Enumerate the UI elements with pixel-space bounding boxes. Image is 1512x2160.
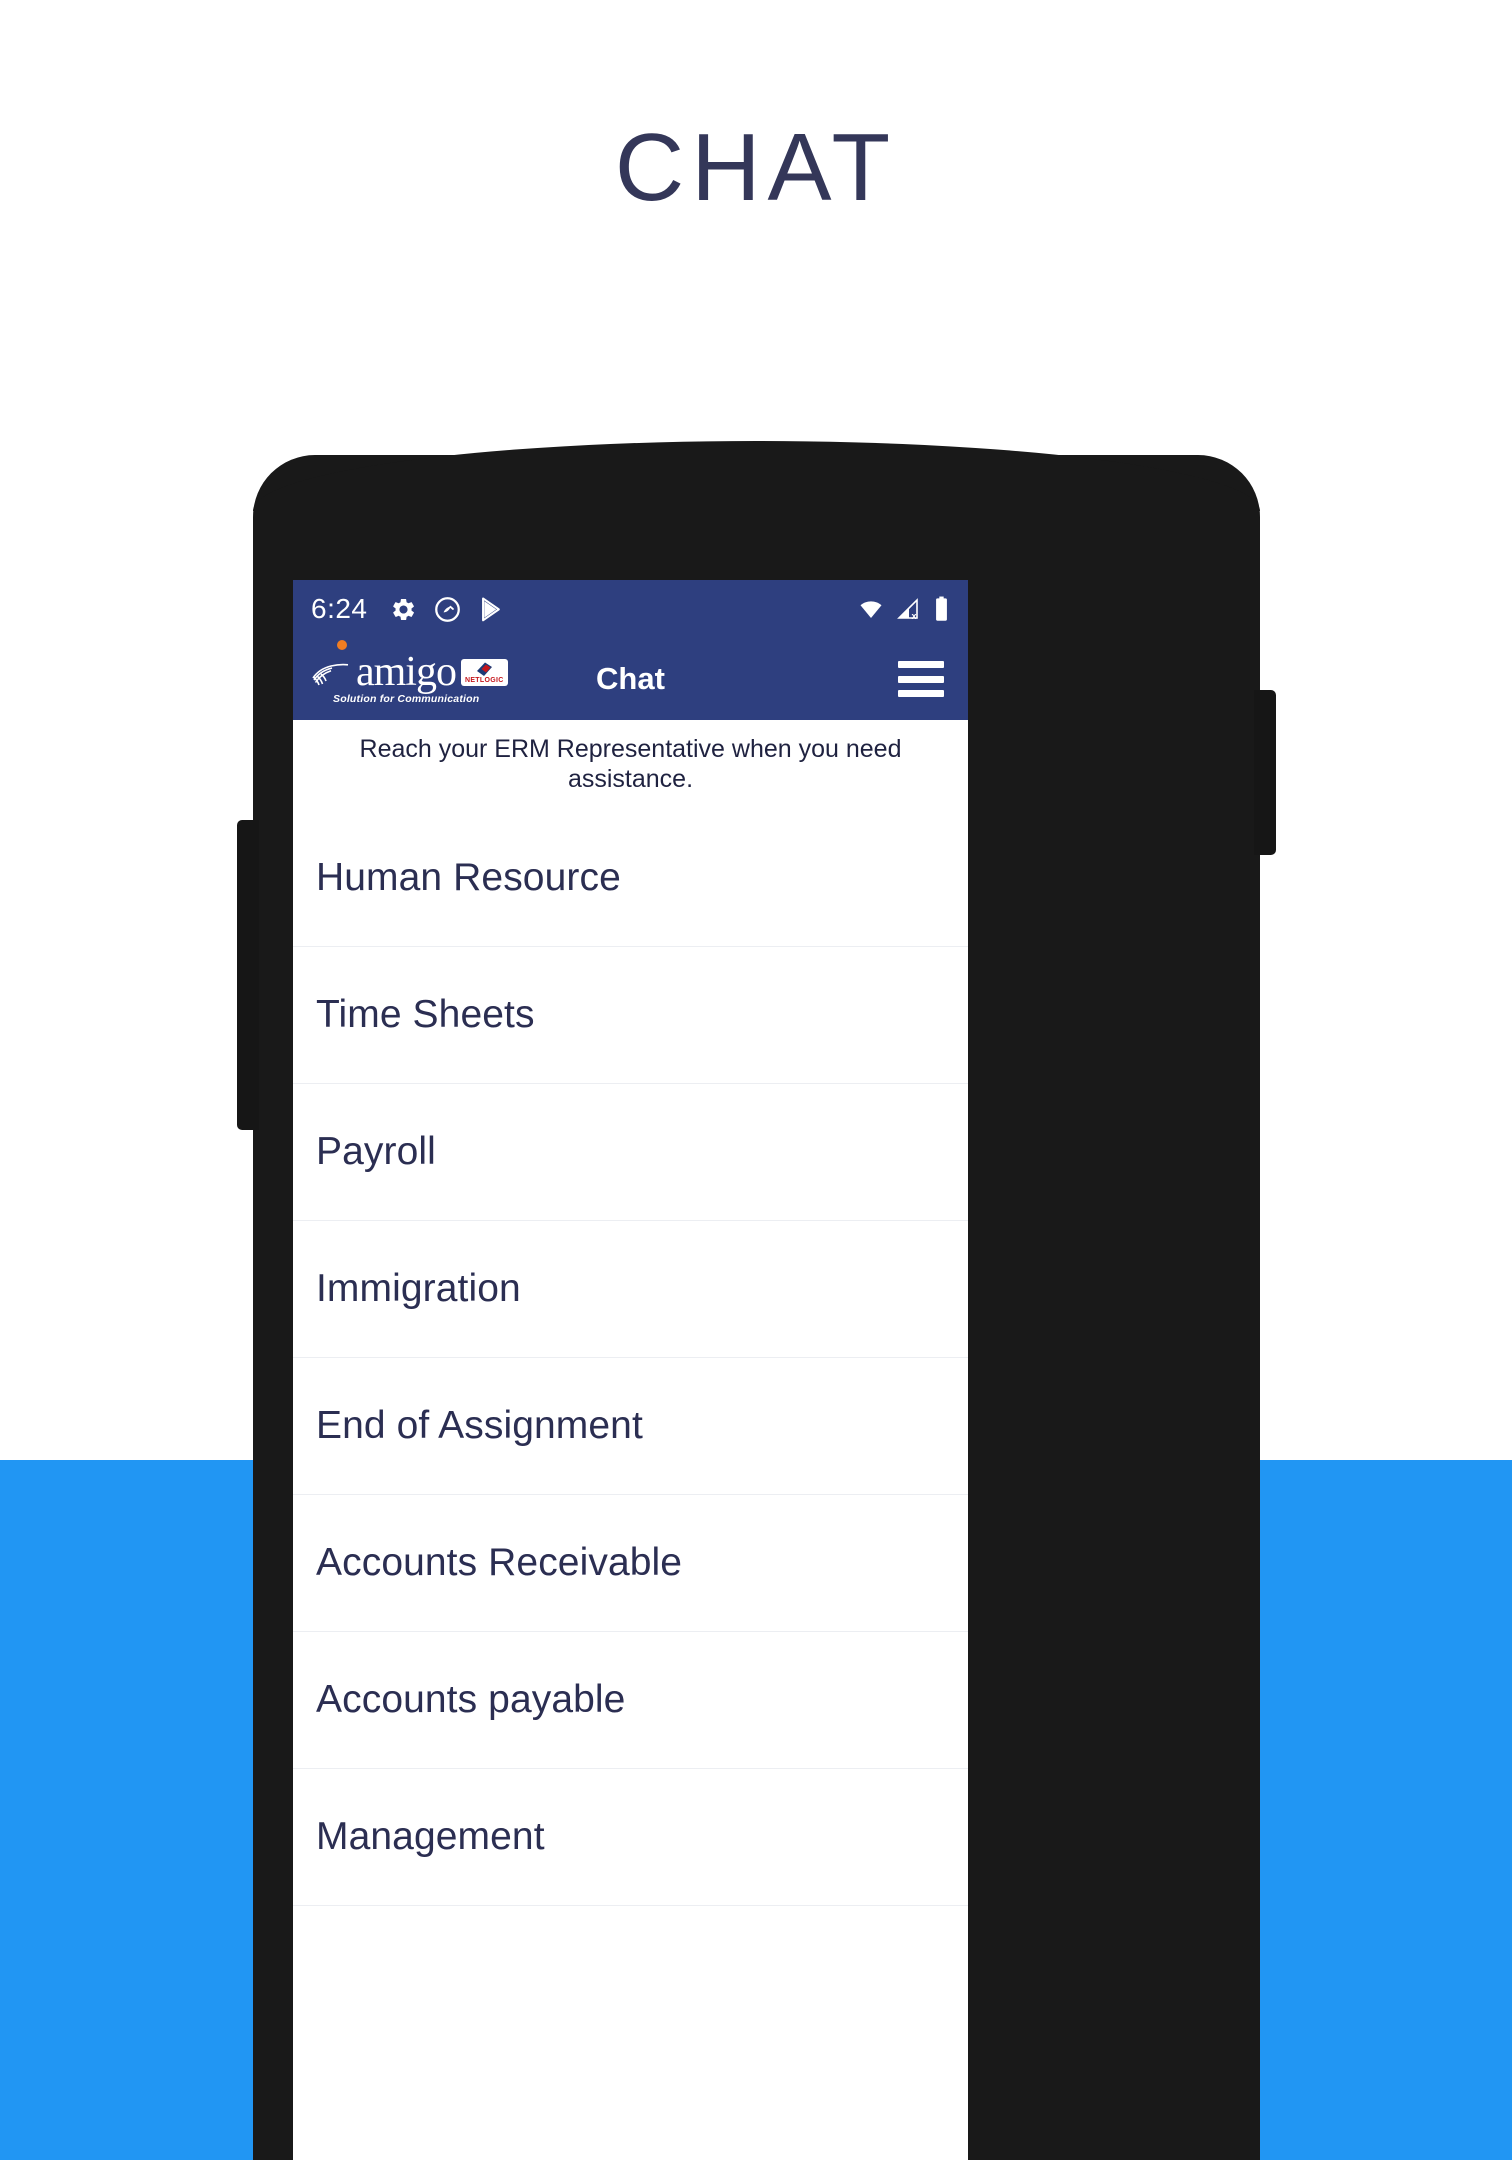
circle-q-icon bbox=[434, 596, 461, 623]
play-store-icon bbox=[478, 596, 505, 623]
volume-rocker-button[interactable] bbox=[237, 820, 259, 1130]
hamburger-line-2 bbox=[898, 675, 944, 683]
netlogic-badge-text: NETLOGIC bbox=[464, 677, 504, 684]
list-item[interactable]: Human Resource bbox=[293, 810, 968, 947]
gear-icon bbox=[390, 596, 417, 623]
list-item-label: Time Sheets bbox=[316, 993, 535, 1036]
list-item[interactable]: End of Assignment bbox=[293, 1358, 968, 1495]
list-item-label: Accounts Receivable bbox=[316, 1541, 683, 1584]
list-item-label: Accounts payable bbox=[316, 1678, 626, 1721]
page-title: CHAT bbox=[614, 114, 898, 221]
list-item-label: Management bbox=[316, 1815, 545, 1858]
list-item-label: Immigration bbox=[316, 1267, 521, 1310]
list-item[interactable]: Time Sheets bbox=[293, 947, 968, 1084]
app-bar: amigo NETLOGIC Solution for Communicatio… bbox=[293, 638, 968, 720]
power-button[interactable] bbox=[1254, 690, 1276, 855]
list-item[interactable]: Management bbox=[293, 1769, 968, 1906]
list-item[interactable]: Accounts payable bbox=[293, 1632, 968, 1769]
logo-wordmark: amigo bbox=[356, 649, 457, 696]
list-item-empty[interactable] bbox=[293, 1906, 968, 2043]
wifi-icon bbox=[857, 597, 885, 621]
hamburger-menu-icon[interactable] bbox=[898, 661, 944, 697]
status-bar-left-icons bbox=[390, 596, 505, 623]
svg-text:x: x bbox=[912, 611, 917, 621]
list-item-label: End of Assignment bbox=[316, 1404, 643, 1447]
hamburger-line-3 bbox=[898, 690, 944, 697]
phone-mockup: 6:24 x amigo NETLOGIC Solution for Commu… bbox=[237, 441, 1276, 2160]
hamburger-line-1 bbox=[898, 661, 944, 668]
netlogic-badge: NETLOGIC bbox=[460, 659, 508, 686]
netlogic-diamond-icon bbox=[476, 662, 493, 677]
list-item-label: Human Resource bbox=[316, 856, 621, 899]
list-item[interactable]: Accounts Receivable bbox=[293, 1495, 968, 1632]
status-bar-time: 6:24 bbox=[311, 593, 368, 624]
logo-row: amigo NETLOGIC bbox=[311, 640, 508, 696]
cellular-no-sim-icon: x bbox=[896, 597, 922, 621]
list-item[interactable]: Immigration bbox=[293, 1221, 968, 1358]
phone-top-bezel bbox=[253, 441, 1260, 511]
app-logo: amigo NETLOGIC Solution for Communicatio… bbox=[311, 640, 508, 705]
handshake-icon bbox=[311, 658, 351, 688]
screenshot-root: CHAT 6:24 x amigo NETLOGIC Solution for … bbox=[0, 0, 1512, 2160]
list-item[interactable]: Payroll bbox=[293, 1084, 968, 1221]
chat-category-list: Human Resource Time Sheets Payroll Immig… bbox=[293, 810, 968, 2043]
phone-screen: 6:24 x amigo NETLOGIC Solution for Commu… bbox=[293, 580, 968, 2160]
battery-icon bbox=[933, 596, 950, 622]
status-bar-right-icons: x bbox=[857, 596, 950, 622]
content-subtitle: Reach your ERM Representative when you n… bbox=[293, 720, 968, 810]
list-item-label: Payroll bbox=[316, 1130, 436, 1173]
logo-orange-dot-icon bbox=[337, 640, 347, 650]
status-bar: 6:24 x bbox=[293, 580, 968, 638]
